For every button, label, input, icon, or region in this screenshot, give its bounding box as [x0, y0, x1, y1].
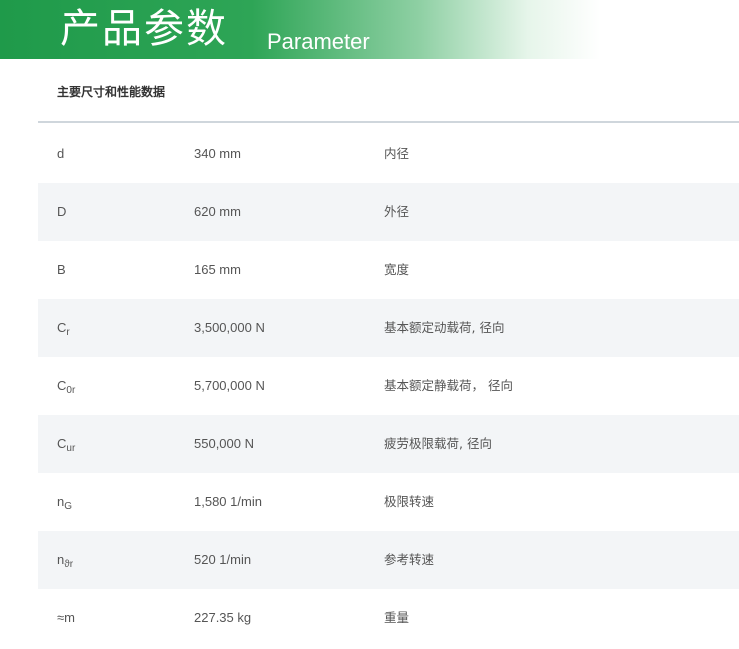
param-symbol: Cr [57, 320, 70, 338]
banner-title-cn: 产品参数 [60, 6, 228, 52]
param-description: 基本额定静载荷， 径向 [384, 378, 513, 393]
parameter-table: d 340 mm 内径 D 620 mm 外径 B 165 mm 宽度 Cr 3… [38, 125, 739, 647]
table-row: D 620 mm 外径 [38, 183, 739, 241]
table-row: d 340 mm 内径 [38, 125, 739, 183]
param-value: 1,580 1/min [194, 494, 262, 509]
param-description: 极限转速 [384, 494, 435, 509]
param-symbol: C0r [57, 378, 76, 396]
section-title: 主要尺寸和性能数据 [57, 85, 166, 99]
section-divider [38, 121, 739, 123]
param-value: 3,500,000 N [194, 320, 265, 335]
table-row: ≈m 227.35 kg 重量 [38, 589, 739, 647]
param-value: 165 mm [194, 262, 241, 277]
param-symbol: d [57, 146, 65, 161]
param-value: 5,700,000 N [194, 378, 265, 393]
param-symbol: B [57, 262, 66, 277]
param-description: 宽度 [384, 262, 410, 277]
param-value: 520 1/min [194, 552, 252, 567]
param-symbol: nG [57, 494, 73, 512]
banner-title-en: Parameter [267, 29, 370, 54]
param-value: 340 mm [194, 146, 241, 161]
param-description: 内径 [384, 146, 410, 161]
param-symbol: nϑr [57, 552, 74, 570]
header-banner: 产品参数 Parameter [0, 0, 600, 59]
table-row: B 165 mm 宽度 [38, 241, 739, 299]
table-row: nϑr 520 1/min 参考转速 [38, 531, 739, 589]
param-value: 550,000 N [194, 436, 254, 451]
param-description: 疲劳极限载荷, 径向 [384, 436, 492, 451]
param-value: 620 mm [194, 204, 241, 219]
param-symbol: ≈m [57, 610, 75, 625]
table-row: Cur 550,000 N 疲劳极限载荷, 径向 [38, 415, 739, 473]
param-description: 外径 [384, 204, 410, 219]
param-description: 重量 [384, 610, 410, 625]
param-symbol: Cur [57, 436, 76, 454]
param-symbol: D [57, 204, 67, 219]
table-row: C0r 5,700,000 N 基本额定静载荷， 径向 [38, 357, 739, 415]
param-value: 227.35 kg [194, 610, 252, 625]
table-row: nG 1,580 1/min 极限转速 [38, 473, 739, 531]
param-description: 基本额定动载荷, 径向 [384, 320, 505, 335]
table-row: Cr 3,500,000 N 基本额定动载荷, 径向 [38, 299, 739, 357]
param-description: 参考转速 [384, 552, 435, 567]
